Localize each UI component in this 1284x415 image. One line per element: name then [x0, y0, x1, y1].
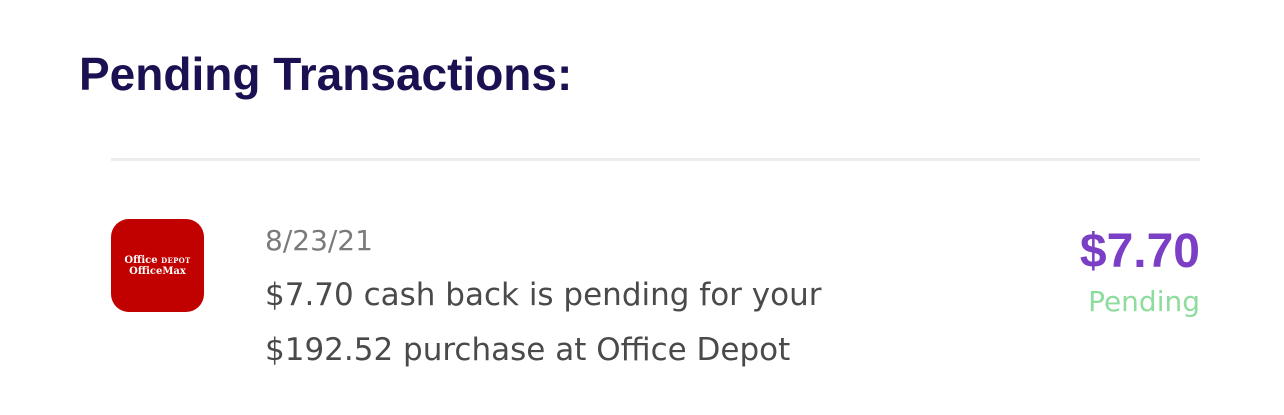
logo-text-office: Office: [124, 254, 158, 266]
divider: [111, 158, 1200, 161]
logo-text-depot: DEPOT: [161, 255, 191, 265]
logo-line-1: Office DEPOT: [124, 255, 190, 266]
transaction-row[interactable]: Office DEPOT OfficeMax 8/23/21 $7.70 cas…: [111, 218, 1200, 378]
merchant-logo: Office DEPOT OfficeMax: [111, 219, 204, 312]
transaction-amount: $7.70: [1079, 225, 1200, 278]
transaction-description: $7.70 cash back is pending for your $192…: [265, 268, 985, 378]
transaction-description-line-2: $192.52 purchase at Office Depot: [265, 332, 791, 368]
section-title: Pending Transactions:: [79, 48, 573, 100]
transaction-date: 8/23/21: [265, 224, 373, 257]
transaction-status: Pending: [1088, 285, 1200, 318]
transaction-description-line-1: $7.70 cash back is pending for your: [265, 277, 822, 313]
logo-text-officemax: OfficeMax: [129, 265, 186, 277]
